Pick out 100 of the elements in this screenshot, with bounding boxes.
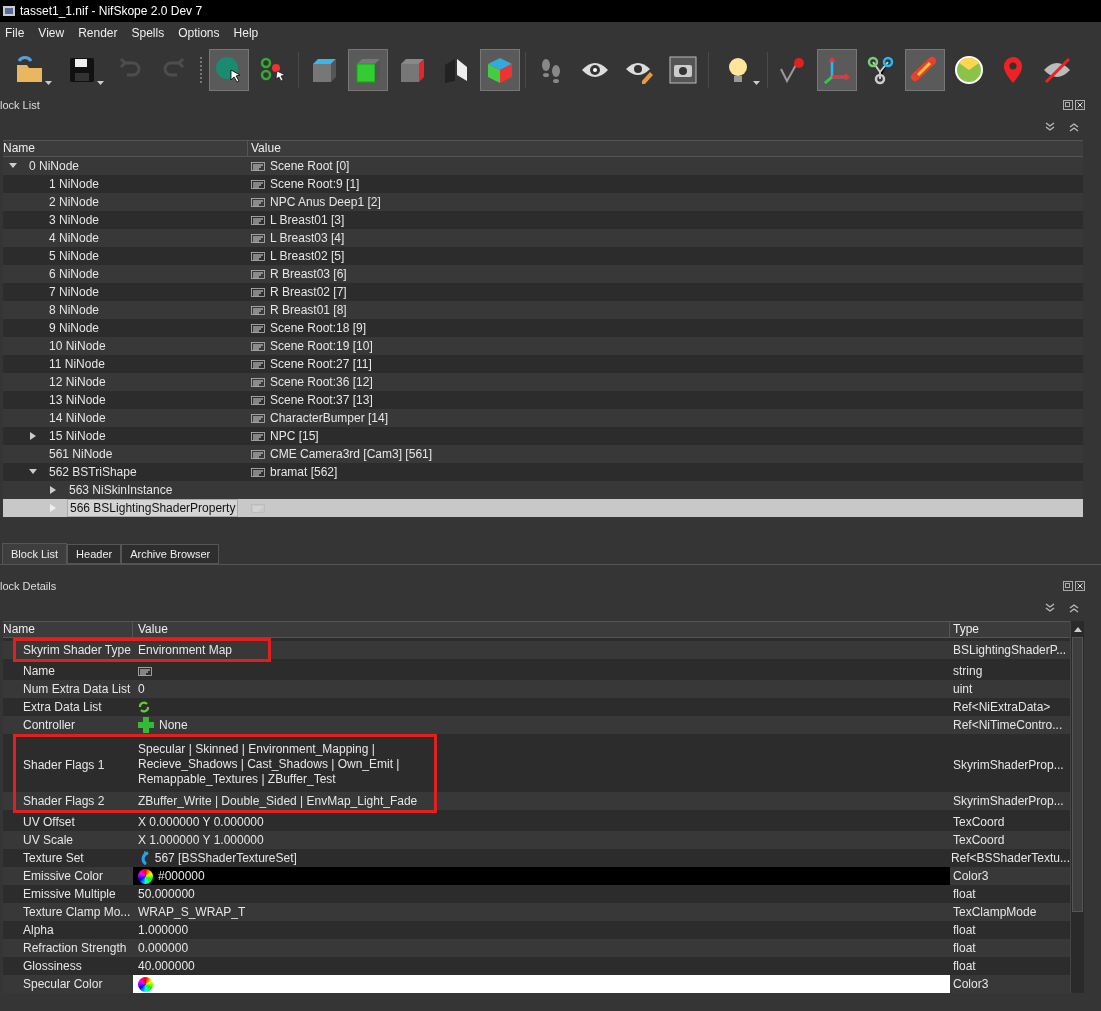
- block-name: 11 NiNode: [48, 356, 106, 373]
- expand-all-icon[interactable]: [1045, 603, 1055, 613]
- tab[interactable]: Archive Browser: [121, 544, 220, 564]
- expand-all-icon[interactable]: [1045, 122, 1055, 132]
- menu-item[interactable]: Spells: [131, 24, 165, 42]
- collapse-all-icon[interactable]: [1069, 603, 1079, 613]
- block-name: 10 NiNode: [48, 338, 107, 355]
- menu-item[interactable]: Options: [178, 24, 220, 42]
- float-panel-icon[interactable]: [1063, 100, 1073, 110]
- property-type: float: [953, 886, 976, 903]
- text-icon: [251, 251, 265, 261]
- text-icon: [251, 341, 265, 351]
- menu-item[interactable]: View: [38, 24, 65, 42]
- gauge-icon: [954, 55, 984, 85]
- color-wheel-icon: [138, 868, 153, 884]
- property-type: Ref<BSShaderTextu...: [950, 850, 1070, 867]
- column-header[interactable]: Type: [950, 622, 1070, 637]
- tree-row[interactable]: 15 NiNode NPC [15]: [3, 427, 1083, 445]
- block-value: R Breast03 [6]: [270, 266, 347, 283]
- expand-arrow-icon[interactable]: [29, 432, 37, 440]
- tree-row[interactable]: 11 NiNode Scene Root:27 [11]: [3, 355, 1083, 373]
- caret-icon: [45, 81, 52, 85]
- property-type: Ref<NiTimeContro...: [953, 717, 1063, 734]
- text-icon: [251, 269, 265, 279]
- text-icon: [251, 413, 265, 423]
- property-name: Emissive Multiple: [23, 886, 116, 903]
- text-icon: [251, 197, 265, 207]
- block-name: 566 BSLightingShaderProperty: [67, 499, 239, 517]
- column-header[interactable]: Value: [248, 141, 1083, 156]
- text-icon: [251, 161, 265, 171]
- cube-icon: [485, 55, 515, 85]
- column-header[interactable]: Value: [133, 622, 950, 637]
- text-icon: [251, 287, 265, 297]
- block-name: 0 NiNode: [28, 158, 81, 175]
- text-icon: [251, 431, 265, 441]
- property-value: Environment Map: [138, 642, 233, 658]
- toolbar-grip[interactable]: [200, 57, 203, 83]
- tree-row[interactable]: 13 NiNode Scene Root:37 [13]: [3, 391, 1083, 409]
- block-name: 8 NiNode: [48, 302, 101, 319]
- caret-icon: [753, 81, 760, 85]
- block-value: Scene Root:9 [1]: [270, 176, 360, 193]
- panel-title: lock List: [0, 97, 40, 113]
- menu-item[interactable]: File: [5, 24, 25, 42]
- tree-row[interactable]: 562 BSTriShape bramat [562]: [3, 463, 1083, 481]
- block-name: 562 BSTriShape: [48, 464, 138, 481]
- collapse-all-icon[interactable]: [1069, 122, 1079, 132]
- block-value: L Breast03 [4]: [270, 230, 345, 247]
- property-value: 40.000000: [138, 958, 195, 974]
- expand-arrow-icon[interactable]: [49, 486, 57, 494]
- property-value: WRAP_S_WRAP_T: [138, 904, 246, 920]
- block-name: 14 NiNode: [48, 410, 107, 427]
- menu-item[interactable]: Render: [78, 24, 118, 42]
- tree-row[interactable]: 566 BSLightingShaderProperty: [3, 499, 1083, 517]
- property-name: Emissive Color: [23, 868, 103, 885]
- close-icon[interactable]: [1075, 581, 1085, 591]
- close-icon[interactable]: [1075, 100, 1085, 110]
- scroll-up-icon[interactable]: [1072, 625, 1083, 633]
- property-type: Color3: [953, 868, 989, 885]
- block-name: 13 NiNode: [48, 392, 107, 409]
- property-type: string: [953, 663, 983, 680]
- scrollbar[interactable]: [1070, 621, 1084, 993]
- property-name: Controller: [23, 717, 76, 734]
- camera-icon: [668, 55, 698, 85]
- block-name: 15 NiNode: [48, 428, 107, 445]
- column-header[interactable]: Name: [3, 622, 133, 637]
- property-name: Refraction Strength: [23, 940, 127, 957]
- property-name: Alpha: [23, 922, 54, 939]
- tree-row[interactable]: 3 NiNode L Breast01 [3]: [3, 211, 1083, 229]
- tree-row[interactable]: 5 NiNode L Breast02 [5]: [3, 247, 1083, 265]
- block-value: L Breast02 [5]: [270, 248, 345, 265]
- color-value[interactable]: #000000: [133, 867, 950, 885]
- tab[interactable]: Header: [67, 544, 122, 564]
- property-type: Color3: [953, 976, 989, 993]
- property-value: X 1.000000 Y 1.000000: [138, 832, 264, 848]
- block-name: 561 NiNode: [48, 446, 114, 463]
- collapse-arrow-icon[interactable]: [9, 162, 17, 170]
- menu-item[interactable]: Help: [233, 24, 259, 42]
- tree-row[interactable]: 7 NiNode R Breast02 [7]: [3, 283, 1083, 301]
- tree-row[interactable]: 1 NiNode Scene Root:9 [1]: [3, 175, 1083, 193]
- block-name: 7 NiNode: [48, 284, 101, 301]
- block-name: 12 NiNode: [48, 374, 107, 391]
- property-name: Name: [23, 663, 55, 680]
- float-panel-icon[interactable]: [1063, 581, 1073, 591]
- color-value[interactable]: [133, 975, 950, 993]
- text-icon: [251, 305, 265, 315]
- tree-row[interactable]: 9 NiNode Scene Root:18 [9]: [3, 319, 1083, 337]
- block-name: 563 NiSkinInstance: [68, 482, 174, 499]
- collapse-arrow-icon[interactable]: [29, 468, 37, 476]
- block-name: 2 NiNode: [48, 194, 101, 211]
- text-icon: [138, 666, 152, 676]
- property-value: 1.000000: [138, 922, 189, 938]
- hidden-eye-icon: [1042, 55, 1072, 85]
- property-type: SkyrimShaderProp...: [953, 756, 1064, 774]
- text-icon: [251, 215, 265, 225]
- tab[interactable]: Block List: [2, 543, 68, 564]
- text-icon: [251, 377, 265, 387]
- property-name: Shader Flags 1: [23, 756, 105, 774]
- property-type: TexCoord: [953, 832, 1005, 849]
- column-header[interactable]: Name: [3, 141, 248, 156]
- text-icon: [251, 503, 265, 513]
